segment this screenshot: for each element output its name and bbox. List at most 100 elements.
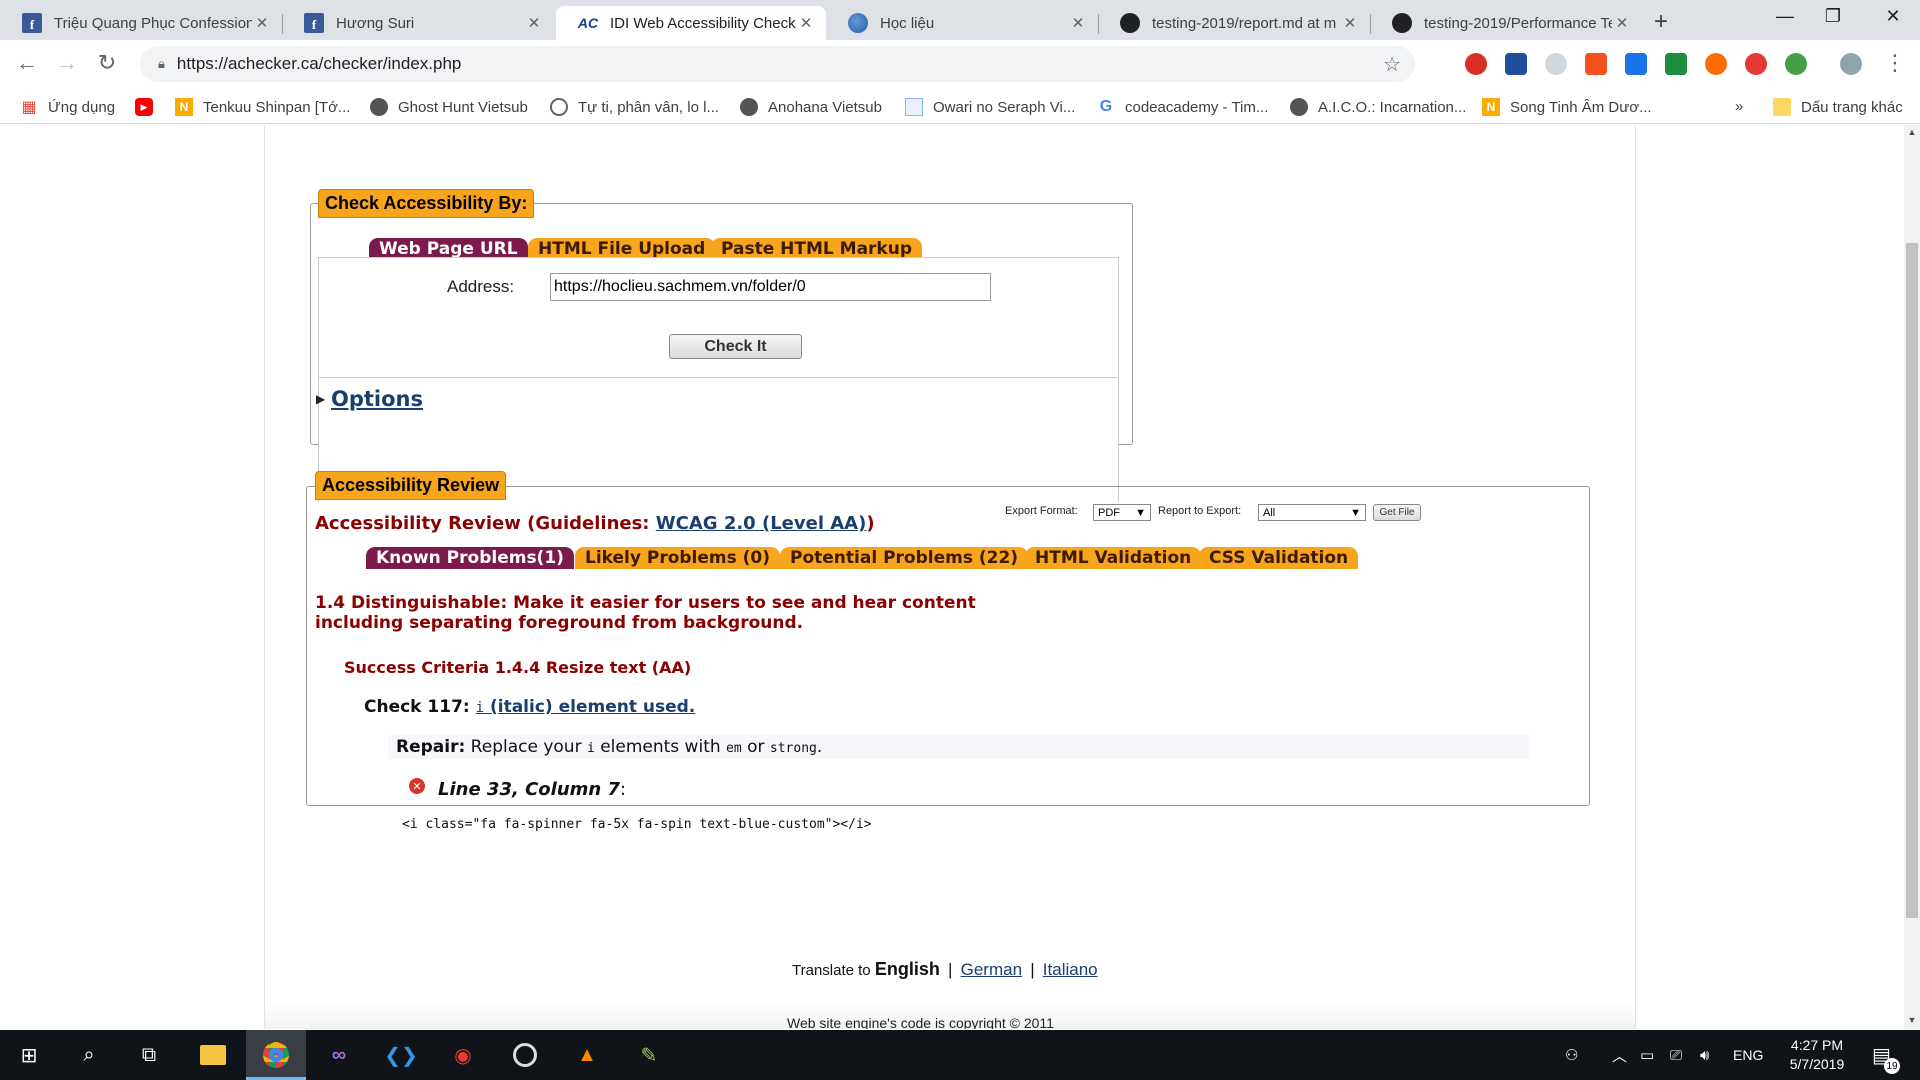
browser-tab[interactable]: Học liệu ✕ xyxy=(826,6,1098,40)
forward-icon[interactable]: → xyxy=(52,50,82,76)
notification-center-icon[interactable]: ▤ 19 xyxy=(1872,1030,1900,1080)
browser-tab-active[interactable]: AC IDI Web Accessibility Checker ✕ xyxy=(556,6,826,40)
tab-css-validation[interactable]: CSS Validation xyxy=(1199,547,1359,569)
task-view-icon[interactable]: ⧉ xyxy=(132,1038,166,1072)
globe-icon xyxy=(848,13,868,33)
tab-likely-problems[interactable]: Likely Problems (0) xyxy=(575,547,781,569)
search-icon[interactable]: ⌕ xyxy=(72,1038,106,1072)
extension-icon[interactable] xyxy=(1585,53,1607,75)
bookmark-item[interactable]: N Tenkuu Shinpan [Tớ... xyxy=(175,98,350,116)
language-german-link[interactable]: German xyxy=(961,960,1022,979)
tab-html-validation[interactable]: HTML Validation xyxy=(1025,547,1202,569)
windows-start-icon[interactable]: ⊞ xyxy=(12,1038,46,1072)
url-text: https://achecker.ca/checker/index.php xyxy=(176,54,462,73)
export-format-select[interactable]: PDF ▼ xyxy=(1093,504,1151,521)
report-to-export-select[interactable]: All ▼ xyxy=(1258,504,1366,521)
options-link[interactable]: Options xyxy=(331,387,423,411)
back-icon[interactable]: ← xyxy=(12,50,42,76)
battery-icon[interactable]: ▭ xyxy=(1640,1030,1654,1080)
translate-label: Translate to xyxy=(792,962,875,979)
bookmark-item[interactable]: Anohana Vietsub xyxy=(740,98,882,116)
bookmark-item[interactable]: Owari no Seraph Vi... xyxy=(905,98,1075,116)
close-tab-icon[interactable]: ✕ xyxy=(1068,14,1088,32)
extension-icon[interactable] xyxy=(1665,53,1687,75)
tab-potential-problems[interactable]: Potential Problems (22) xyxy=(780,547,1029,569)
new-tab-icon[interactable]: + xyxy=(1654,8,1668,36)
extension-icon[interactable] xyxy=(1705,53,1727,75)
location-text: Line 33, Column 7 xyxy=(438,779,621,800)
garena-icon[interactable]: ◉ xyxy=(446,1038,480,1072)
extension-icon[interactable] xyxy=(1625,53,1647,75)
other-bookmarks[interactable]: Dấu trang khác xyxy=(1773,98,1903,116)
export-format-value: PDF xyxy=(1098,506,1120,519)
obs-icon[interactable] xyxy=(508,1038,542,1072)
bookmark-label: Dấu trang khác xyxy=(1801,98,1903,116)
scroll-down-icon[interactable]: ▼ xyxy=(1904,1015,1920,1025)
vscode-icon[interactable]: ❮❯ xyxy=(384,1038,418,1072)
profile-avatar[interactable] xyxy=(1840,53,1862,75)
close-tab-icon[interactable]: ✕ xyxy=(252,14,272,32)
minimize-icon[interactable]: — xyxy=(1762,6,1808,27)
github-icon xyxy=(1392,13,1412,33)
check-117-link[interactable]: i (italic) element used. xyxy=(476,697,696,717)
separator: | xyxy=(948,960,953,979)
wcag-guideline-link[interactable]: WCAG 2.0 (Level AA) xyxy=(656,513,867,534)
close-tab-icon[interactable]: ✕ xyxy=(796,14,816,32)
clock[interactable]: 4:27 PM 5/7/2019 xyxy=(1782,1030,1852,1080)
review-heading-prefix: Accessibility Review (Guidelines: xyxy=(315,513,656,534)
bookmark-star-icon[interactable]: ☆ xyxy=(1383,52,1401,77)
scrollbar-thumb[interactable] xyxy=(1906,243,1918,918)
folder-icon xyxy=(1773,98,1791,116)
input-language[interactable]: ENG xyxy=(1733,1030,1763,1080)
extension-icon[interactable] xyxy=(1785,53,1807,75)
people-icon[interactable]: ⚇ xyxy=(1565,1030,1578,1080)
browser-tab[interactable]: f Triệu Quang Phục Confession ✕ xyxy=(0,6,282,40)
bookmark-item[interactable]: Tự ti, phân vân, lo l... xyxy=(550,98,719,116)
address-input[interactable] xyxy=(550,273,991,301)
bookmark-youtube[interactable]: ▶ xyxy=(135,98,163,116)
network-icon[interactable]: ⎚ xyxy=(1670,1030,1682,1080)
extension-icon[interactable] xyxy=(1545,53,1567,75)
windows-taskbar: ⊞ ⌕ ⧉ ∞ ❮❯ ◉ ▲ ✎ ⚇ ︿ ▭ ⎚ 🔊︎ ENG 4:27 PM … xyxy=(0,1030,1920,1080)
bookmark-item[interactable]: G codeacademy - Tim... xyxy=(1097,98,1269,116)
repair-label: Repair: xyxy=(396,737,466,757)
close-tab-icon[interactable]: ✕ xyxy=(1340,14,1360,32)
language-italiano-link[interactable]: Italiano xyxy=(1043,960,1098,979)
vlc-icon[interactable]: ▲ xyxy=(570,1038,604,1072)
bookmark-item[interactable]: Ghost Hunt Vietsub xyxy=(370,98,528,116)
visual-studio-icon[interactable]: ∞ xyxy=(322,1038,356,1072)
address-bar[interactable]: 🔒︎ https://achecker.ca/checker/index.php… xyxy=(140,46,1415,82)
close-tab-icon[interactable]: ✕ xyxy=(524,14,544,32)
bookmark-item[interactable]: N Song Tinh Âm Dươ... xyxy=(1482,98,1652,116)
page-scrollbar[interactable]: ▲ ▼ xyxy=(1904,125,1920,1029)
browser-tab[interactable]: testing-2019/report.md at m ✕ xyxy=(1098,6,1370,40)
google-icon: G xyxy=(1099,98,1113,115)
extension-icon[interactable] xyxy=(1745,53,1767,75)
paint-icon[interactable]: ✎ xyxy=(632,1038,666,1072)
facebook-icon: f xyxy=(22,13,42,33)
browser-tab[interactable]: f Hương Suri ✕ xyxy=(282,6,554,40)
check-it-button[interactable]: Check It xyxy=(669,334,802,359)
tab-known-problems[interactable]: Known Problems(1) xyxy=(366,547,574,569)
browser-tab[interactable]: testing-2019/Performance Te ✕ xyxy=(1370,6,1642,40)
volume-icon[interactable]: 🔊︎ xyxy=(1700,1030,1709,1080)
bookmark-item[interactable]: A.I.C.O.: Incarnation... xyxy=(1290,98,1466,116)
get-file-button[interactable]: Get File xyxy=(1373,504,1421,521)
notification-count-badge: 19 xyxy=(1884,1058,1900,1074)
file-explorer-icon[interactable] xyxy=(196,1038,230,1072)
restore-icon[interactable]: ❐ xyxy=(1810,6,1856,27)
bookmark-apps[interactable]: ▦ Ứng dụng xyxy=(20,98,115,117)
bookmark-label: Tự ti, phân vân, lo l... xyxy=(578,98,719,116)
scroll-up-icon[interactable]: ▲ xyxy=(1904,127,1920,137)
menu-kebab-icon[interactable]: ⋮ xyxy=(1880,50,1910,76)
bookmarks-overflow-button[interactable]: » xyxy=(1735,98,1743,115)
close-tab-icon[interactable]: ✕ xyxy=(1612,14,1632,32)
chrome-icon[interactable] xyxy=(246,1030,306,1080)
extension-icon[interactable] xyxy=(1505,53,1527,75)
options-expand-icon[interactable]: ▶ xyxy=(316,392,325,406)
close-window-icon[interactable]: ✕ xyxy=(1870,6,1916,27)
tray-chevron-icon[interactable]: ︿ xyxy=(1612,1030,1627,1080)
anime-icon xyxy=(370,98,388,116)
extension-icon[interactable] xyxy=(1465,53,1487,75)
reload-icon[interactable]: ↻ xyxy=(92,50,122,76)
